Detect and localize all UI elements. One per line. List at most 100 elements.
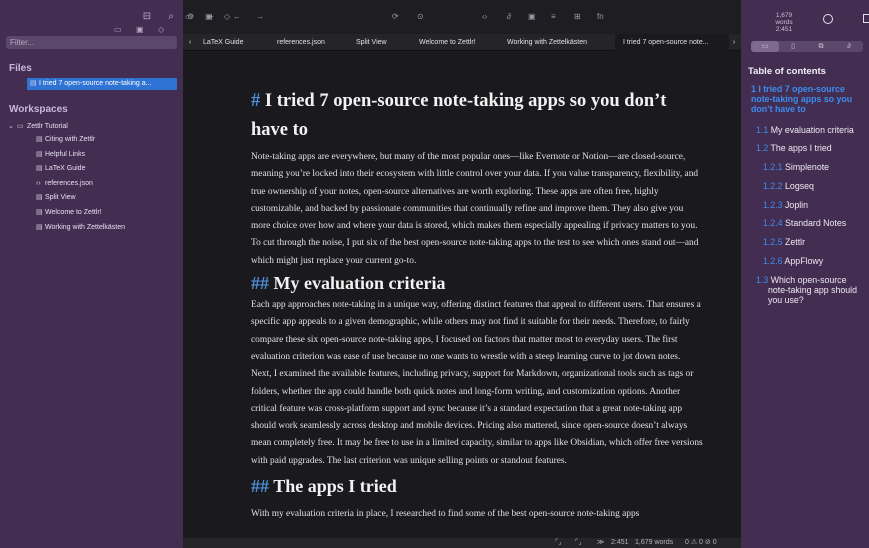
- file-icon: ▤: [36, 165, 43, 173]
- toolbar-icons: ⚙ + ← → ⟳ ⊙ ‹› ∂ ▣ ≡ ⊞ fn: [183, 0, 741, 34]
- toc-entry[interactable]: 1.2.5 Zettlr: [763, 237, 863, 247]
- toc-number: 1.2.2: [763, 181, 783, 191]
- add-icon[interactable]: +: [209, 13, 214, 21]
- toc-entry[interactable]: 1.2.4 Standard Notes: [763, 218, 863, 228]
- toc-text: The apps I tried: [770, 143, 832, 153]
- folder-icon: ▭: [17, 123, 24, 130]
- forward-icon[interactable]: →: [256, 13, 264, 21]
- editor-pane[interactable]: # I tried 7 open-source note-taking apps…: [183, 51, 741, 538]
- file-icon: ▤: [36, 208, 43, 216]
- settings-icon[interactable]: ⚙: [187, 13, 194, 21]
- section-heading: ## The apps I tried: [251, 474, 703, 498]
- tab-scroll-right-icon[interactable]: ›: [729, 34, 739, 51]
- workspace-root[interactable]: ⌄ ▭ Zettlr Tutorial: [8, 121, 183, 133]
- reading-mode-icon[interactable]: ≫: [597, 538, 604, 548]
- toc-entry[interactable]: 1.2 The apps I tried: [756, 143, 863, 153]
- toc-text: Which open-source note-taking app should…: [768, 275, 858, 305]
- tab-split-view[interactable]: Split View: [356, 34, 396, 51]
- toc-number: 1.2.1: [763, 162, 783, 172]
- toc-entry[interactable]: 1.3 Which open-source note-taking app sh…: [756, 275, 863, 305]
- search-icon[interactable]: ⌕: [165, 12, 177, 22]
- workspace-file-label: Split View: [45, 194, 76, 202]
- file-icon: ▤: [36, 150, 43, 158]
- file-icon: ▤: [36, 136, 43, 143]
- workspace-root-label: Zettlr Tutorial: [27, 123, 68, 130]
- workspace-file-label: Helpful Links: [45, 150, 86, 158]
- file-manager-icon[interactable]: ▭: [114, 26, 122, 34]
- graph-icon[interactable]: ⟳: [392, 13, 399, 21]
- tab-latex-guide[interactable]: LaTeX Guide: [203, 34, 255, 51]
- toc-number: 1: [751, 84, 756, 94]
- workspace-file-item[interactable]: ▤ Working with Zettelkästen: [36, 221, 183, 236]
- tab-active-document[interactable]: I tried 7 open-source note...: [615, 34, 729, 51]
- toc-entry[interactable]: 1.2.1 Simplenote: [763, 162, 863, 172]
- intro-paragraph: Note-taking apps are everywhere, but man…: [251, 152, 699, 266]
- workspace-file-item[interactable]: ▤ Welcome to Zettlr!: [36, 206, 183, 221]
- calendar-view-icon[interactable]: ▣: [136, 26, 144, 34]
- code-icon[interactable]: ‹›: [482, 13, 487, 21]
- toc-text: Logseq: [785, 181, 814, 191]
- tab-label: I tried 7 open-source note...: [623, 39, 709, 46]
- tab-scroll-left-icon[interactable]: ‹: [185, 34, 195, 51]
- files-heading: Files: [9, 63, 32, 74]
- filter-input[interactable]: Filter...: [6, 36, 177, 49]
- sidebar-toggle-icon[interactable]: [863, 14, 869, 23]
- toc-text: I tried 7 open-source note-taking apps s…: [751, 84, 853, 114]
- toc-text: My evaluation criteria: [770, 125, 854, 135]
- left-toolbar: ⊟ ⌕: [0, 0, 183, 34]
- diagnostics-summary[interactable]: 0 ⚠ 0 ⊘ 0: [685, 538, 717, 548]
- references-tab-icon[interactable]: ▯: [779, 41, 807, 52]
- cursor-position: 2:451: [611, 539, 629, 546]
- toc-number: 1.1: [756, 125, 769, 135]
- active-file-item[interactable]: ▤ I tried 7 open-source note-taking a...: [27, 78, 177, 90]
- tab-label: LaTeX Guide: [203, 39, 244, 46]
- workspace-file-item[interactable]: ▤ Citing with Zettlr: [36, 133, 183, 148]
- toc-number: 1.2.4: [763, 218, 783, 228]
- toc-tab-icon[interactable]: ▭: [751, 41, 779, 52]
- vim-mode-icon[interactable]: ⌜⌟: [575, 538, 582, 548]
- toc-number: 1.2.3: [763, 200, 783, 210]
- attachments-tab-icon[interactable]: ∂: [835, 41, 863, 52]
- table-icon[interactable]: ⊞: [574, 13, 581, 21]
- list-icon[interactable]: ≡: [551, 13, 556, 21]
- document-title: # I tried 7 open-source note-taking apps…: [251, 87, 703, 145]
- tags-view-icon[interactable]: ◇: [158, 26, 164, 34]
- toc-entry[interactable]: 1.2.2 Logseq: [763, 181, 863, 191]
- toc-entry[interactable]: 1.2.3 Joplin: [763, 200, 863, 210]
- image-icon[interactable]: ▣: [528, 13, 536, 21]
- left-sidebar: ⊟ ⌕ Filter... Files ▤ I tried 7 open-sour…: [0, 0, 183, 548]
- toc-entry[interactable]: 1 I tried 7 open-source note-taking apps…: [751, 84, 866, 114]
- focus-icon[interactable]: ⊙: [417, 13, 424, 21]
- workspace-file-item[interactable]: ‹› references.json: [36, 177, 183, 192]
- document: # I tried 7 open-source note-taking apps…: [251, 87, 703, 523]
- link-icon[interactable]: ∂: [507, 13, 511, 21]
- workspace-file-item[interactable]: ▤ Helpful Links: [36, 148, 183, 163]
- workspace-file-item[interactable]: ▤ LaTeX Guide: [36, 162, 183, 177]
- toc-text: Standard Notes: [785, 218, 847, 228]
- toc-number: 1.2.5: [763, 237, 783, 247]
- sidebar-toggle-icon[interactable]: ⊟: [141, 12, 153, 22]
- word-count-label: 1,679 words: [775, 12, 793, 26]
- status-bar: ⌜⌟ ⌜⌟ ≫ 2:451 1,679 words 0 ⚠ 0 ⊘ 0: [183, 538, 741, 548]
- workspace-file-item[interactable]: ▤ Split View: [36, 191, 183, 206]
- footnote-icon[interactable]: fn: [597, 13, 604, 21]
- word-counter: 1,679 words 2:451: [770, 12, 798, 33]
- back-icon[interactable]: ←: [233, 13, 241, 21]
- tab-label: references.json: [277, 39, 325, 46]
- toc-title: Table of contents: [748, 66, 826, 77]
- tab-label: Welcome to Zettlr!: [419, 39, 476, 46]
- toc-text: Simplenote: [785, 162, 830, 172]
- toc-number: 1.2: [756, 143, 769, 153]
- chevron-down-icon[interactable]: ⌄: [8, 121, 17, 133]
- tab-zettelkasten[interactable]: Working with Zettelkästen: [507, 34, 595, 51]
- section-paragraph: Each app approaches note-taking in a uni…: [251, 300, 701, 362]
- active-file-label: I tried 7 open-source note-taking a...: [39, 80, 152, 87]
- toc-entry[interactable]: 1.1 My evaluation criteria: [756, 125, 863, 135]
- markdown-mode-icon[interactable]: ⌜⌟: [555, 538, 562, 548]
- pomodoro-circle-icon[interactable]: [823, 14, 833, 24]
- related-files-tab-icon[interactable]: ⧉: [807, 41, 835, 52]
- tab-welcome[interactable]: Welcome to Zettlr!: [419, 34, 481, 51]
- heading-marker: ##: [251, 476, 269, 497]
- toc-entry[interactable]: 1.2.6 AppFlowy: [763, 256, 863, 266]
- tab-references[interactable]: references.json: [277, 34, 337, 51]
